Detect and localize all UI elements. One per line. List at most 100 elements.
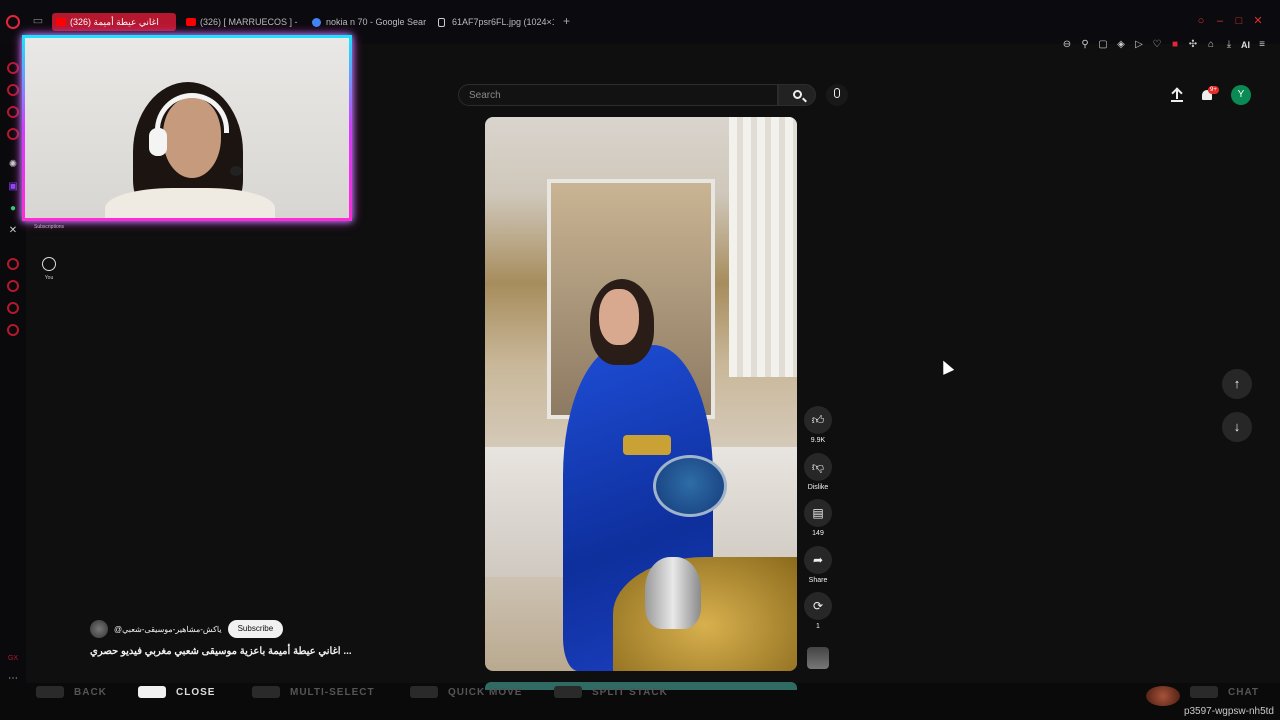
minimize-icon[interactable]: –: [1215, 16, 1225, 27]
overlay-chat: CHAT: [1190, 685, 1259, 701]
youtube-icon: [56, 18, 66, 26]
extension-icon[interactable]: ■: [1169, 39, 1181, 51]
youtube-icon: [186, 18, 196, 26]
overlay-quick-move: QUICK MOVE: [410, 685, 522, 701]
tab-marruecos[interactable]: (326) [ MARRUECOS ] - Y: [182, 13, 298, 31]
nav-you-label: You: [44, 275, 54, 281]
channel-row: @ياكش-مشاهير-موسيقى-شعبي Subscribe: [90, 620, 284, 638]
key-icon: [138, 686, 166, 699]
comments-button[interactable]: ▤ 149: [804, 499, 832, 537]
stream-id: p3597-wgpsw-nh5td: [1183, 706, 1274, 717]
browser-toolbar: ⊖ ⚲ ▢ ◈ ▷ ♡ ■ ✣ ⌂ ⤓ AI ≡: [1061, 38, 1268, 52]
video-teapot: [645, 557, 701, 629]
tab-tiles-icon[interactable]: ▭: [32, 15, 44, 27]
webcam-overlay: [22, 35, 352, 221]
twitch-icon[interactable]: ▣: [6, 180, 20, 194]
sidebar-clock-icon[interactable]: [7, 280, 19, 292]
tab-label: اغاني عيطة أميمة (326): [70, 17, 159, 27]
nav-subscriptions[interactable]: Subscriptions: [28, 220, 70, 230]
snapshot-icon[interactable]: ▢: [1097, 39, 1109, 51]
share-arrow-icon: ➦: [812, 553, 824, 567]
close-icon[interactable]: ✕: [1253, 16, 1263, 27]
overlay-multi-select: MULTI-SELECT: [252, 685, 375, 701]
search-box[interactable]: [458, 84, 778, 106]
wallet-icon[interactable]: ⌂: [1205, 39, 1217, 51]
nav-you[interactable]: You: [28, 257, 70, 281]
tab-label: (326) [ MARRUECOS ] - Y: [200, 17, 298, 27]
sidebar-app-icon[interactable]: [7, 106, 19, 118]
shield-icon[interactable]: ◈: [1115, 39, 1127, 51]
comments-count: 149: [812, 530, 824, 537]
sidebar-app-icon[interactable]: [7, 128, 19, 140]
google-icon: [312, 18, 321, 27]
remix-button[interactable]: ⟳ 1: [804, 592, 832, 630]
key-icon: [1190, 686, 1218, 699]
new-tab-button[interactable]: +: [563, 14, 570, 28]
remix-icon: ⟳: [812, 599, 824, 613]
video-drum: [653, 455, 727, 517]
menu-icon[interactable]: ≡: [1256, 39, 1268, 51]
tab-active[interactable]: اغاني عيطة أميمة (326): [52, 13, 176, 31]
tab-google-search[interactable]: nokia n 70 - Google Searc: [308, 13, 426, 31]
remix-count: 1: [816, 623, 820, 630]
document-icon: [438, 18, 445, 27]
like-count: 9.9K: [810, 437, 826, 444]
download-icon[interactable]: ⤓: [1223, 39, 1235, 51]
tab-label: 61AF7psr6FL.jpg (1024×10: [452, 17, 554, 27]
play-icon[interactable]: ▷: [1133, 39, 1145, 51]
next-short-button[interactable]: ↓: [1222, 412, 1252, 442]
heart-icon[interactable]: ♡: [1151, 39, 1163, 51]
ai-button[interactable]: AI: [1241, 40, 1250, 50]
search-tabs-icon[interactable]: ○: [1196, 16, 1206, 27]
arrow-up-icon: ↑: [1233, 376, 1241, 391]
x-icon[interactable]: ✕: [6, 224, 20, 238]
chatgpt-icon[interactable]: ✺: [6, 158, 20, 172]
short-video-player[interactable]: [485, 117, 797, 671]
share-button[interactable]: ➦ Share: [804, 546, 832, 584]
sidebar-app-icon[interactable]: [7, 62, 19, 74]
previous-short-button[interactable]: ↑: [1222, 369, 1252, 399]
pin-icon[interactable]: ⚲: [1079, 39, 1091, 51]
headset-earcup: [149, 128, 167, 156]
sidebar-history-icon[interactable]: [7, 258, 19, 270]
comment-icon: ▤: [812, 506, 824, 520]
video-curtain-scene: [729, 117, 797, 377]
nav-subscriptions-label: Subscriptions: [33, 224, 64, 230]
video-tea-tray: [613, 557, 797, 671]
search-input[interactable]: [459, 85, 777, 106]
channel-name[interactable]: @ياكش-مشاهير-موسيقى-شعبي: [114, 625, 222, 634]
overlay-split-stack: SPLIT STACK: [554, 685, 668, 701]
overlay-back: BACK: [36, 685, 107, 701]
overlay-close: CLOSE: [138, 685, 215, 701]
tab-label: nokia n 70 - Google Searc: [326, 17, 426, 27]
subscribe-button[interactable]: Subscribe: [227, 620, 284, 638]
sidebar-settings-icon[interactable]: [7, 324, 19, 336]
key-icon: [252, 686, 280, 699]
key-icon: [554, 686, 582, 699]
sidebar-pinboard-icon[interactable]: [7, 302, 19, 314]
tab-image[interactable]: 61AF7psr6FL.jpg (1024×10: [434, 13, 554, 31]
channel-avatar[interactable]: [90, 620, 108, 638]
zoom-icon[interactable]: ⊖: [1061, 39, 1073, 51]
key-icon: [36, 686, 64, 699]
opera-logo-icon[interactable]: [6, 15, 20, 29]
upload-icon[interactable]: [1170, 87, 1184, 102]
notifications-badge: 9+: [1208, 86, 1219, 94]
like-button[interactable]: 👍︎ 9.9K: [804, 406, 832, 444]
whatsapp-icon[interactable]: ●: [6, 202, 20, 216]
sidebar-app-icon[interactable]: [7, 84, 19, 96]
sound-thumbnail[interactable]: [807, 647, 829, 669]
key-icon: [410, 686, 438, 699]
dislike-button[interactable]: 👎︎ Dislike: [804, 453, 832, 491]
gx-icon[interactable]: GX: [6, 652, 20, 666]
video-title[interactable]: اغاني عيطة أميمة باعزية موسيقى شعبي مغرب…: [90, 646, 352, 657]
puzzle-icon[interactable]: ✣: [1187, 39, 1199, 51]
headset-mic: [230, 166, 242, 176]
search-icon: [793, 90, 802, 99]
video-performer-face: [599, 289, 639, 345]
account-avatar[interactable]: Y: [1231, 85, 1251, 105]
microphone-icon: [834, 88, 840, 98]
voice-search-button[interactable]: [826, 84, 848, 106]
maximize-icon[interactable]: □: [1234, 16, 1244, 27]
search-button[interactable]: [778, 84, 816, 106]
